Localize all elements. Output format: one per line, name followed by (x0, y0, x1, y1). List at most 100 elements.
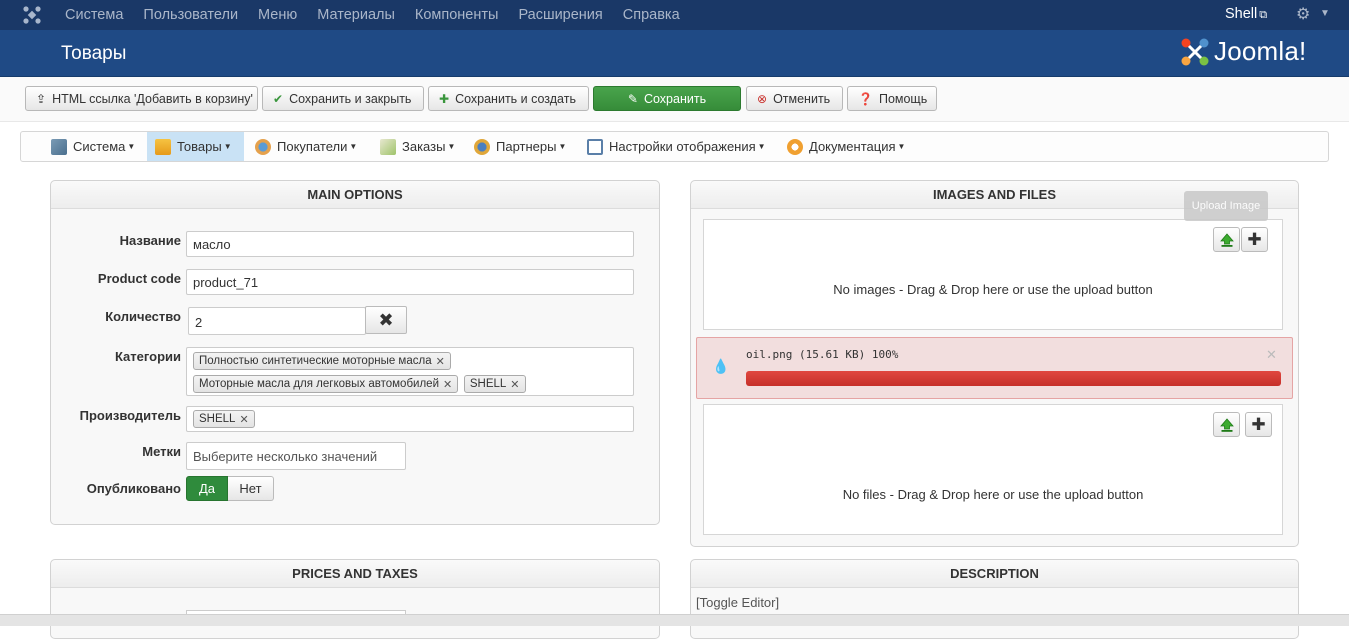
caret-icon: ▼ (127, 142, 136, 151)
help-button[interactable]: ❓ Помощь (847, 86, 937, 111)
component-menu: Система ▼ Товары ▼ Покупатели ▼ Заказы ▼ Пар… (20, 131, 1329, 162)
prices-title: PRICES AND TAXES (51, 560, 659, 588)
save-button[interactable]: ✎ Сохранить (593, 86, 741, 111)
cancel-button[interactable]: ⊗ Отменить (746, 86, 843, 111)
category-chip: SHELL ✕ (463, 375, 526, 393)
category-chip: Моторные масла для легковых автомобилей ✕ (193, 375, 459, 393)
categories-select[interactable]: Полностью синтетические моторные масла ✕ … (186, 347, 634, 396)
submenu-customers[interactable]: Покупатели ▼ (247, 132, 365, 161)
submenu-system[interactable]: Система ▼ (43, 132, 143, 161)
save-label: Сохранить (643, 91, 707, 106)
status-bar (0, 614, 1349, 626)
caret-icon: ▼ (447, 142, 456, 151)
top-menu-components[interactable]: Компоненты (415, 7, 499, 23)
joomla-wordmark: Joomla! (1214, 36, 1307, 66)
top-navbar: Система Пользователи Меню Материалы Комп… (0, 0, 1349, 30)
published-no-button[interactable]: Нет (228, 476, 274, 501)
description-title: DESCRIPTION (691, 560, 1298, 588)
file-drop-icon: 💧 (712, 358, 730, 374)
plus-icon: ✚ (1247, 229, 1262, 249)
upload-file-button[interactable] (1213, 412, 1240, 437)
caret-icon: ▼ (223, 142, 232, 151)
add-image-button[interactable]: ✚ (1241, 227, 1268, 252)
upload-icon: ⇪ (36, 91, 47, 106)
question-icon: ❓ (858, 91, 873, 106)
remove-icon[interactable]: ✕ (436, 355, 445, 368)
manufacturer-chip-label: SHELL (199, 413, 236, 425)
submenu-products[interactable]: Товары ▼ (147, 132, 244, 161)
published-toggle: Да Нет (186, 476, 274, 501)
tools-icon (51, 138, 67, 155)
close-icon[interactable]: ✕ (1266, 347, 1277, 363)
plus-icon: ✚ (439, 91, 450, 106)
submenu-partners[interactable]: Партнеры ▼ (466, 132, 574, 161)
upload-progress-bar (746, 371, 1281, 386)
orders-icon (380, 138, 396, 155)
product-code-label: Product code (97, 271, 181, 286)
image-dropzone[interactable]: No images - Drag & Drop here or use the … (703, 219, 1283, 330)
caret-icon: ▼ (558, 142, 567, 151)
save-close-button[interactable]: ✔ Сохранить и закрыть (262, 86, 424, 111)
upload-file-label: oil.png (15.61 KB) (746, 348, 866, 361)
upload-progress-row: 💧 oil.png (15.61 KB) 100% ✕ (696, 337, 1293, 399)
upload-image-button[interactable] (1213, 227, 1240, 252)
remove-icon[interactable]: ✕ (443, 378, 452, 391)
top-menu-menus[interactable]: Меню (258, 7, 297, 23)
top-menu-users[interactable]: Пользователи (143, 7, 238, 23)
cancel-icon: ⊗ (757, 91, 768, 106)
submenu-display-settings-label: Настройки отображения (609, 139, 756, 154)
manufacturer-chip: SHELL ✕ (193, 410, 255, 428)
upload-percent: 100% (871, 348, 899, 361)
help-buoy-icon (787, 138, 803, 155)
save-new-button[interactable]: ✚ Сохранить и создать (428, 86, 589, 111)
top-menu-extensions[interactable]: Расширения (518, 7, 602, 23)
cancel-label: Отменить (773, 91, 831, 106)
submenu-orders[interactable]: Заказы ▼ (372, 132, 463, 161)
toolbar: ⇪ HTML ссылка 'Добавить в корзину' ✔ Сохра… (0, 77, 1349, 122)
product-code-field[interactable]: product_71 (186, 269, 634, 295)
quantity-field[interactable]: 2 (188, 307, 366, 335)
prices-panel: PRICES AND TAXES (50, 559, 660, 639)
joomla-logo: Joomla! (1180, 36, 1306, 67)
checkmark-icon: ✔ (273, 91, 284, 106)
clear-quantity-button[interactable]: ✖ (365, 306, 407, 334)
chevron-down-icon[interactable]: ▼ (1320, 8, 1330, 19)
top-menu-help[interactable]: Справка (623, 7, 680, 23)
joomla-menu-icon[interactable] (22, 5, 42, 25)
html-link-label: HTML ссылка 'Добавить в корзину' (52, 91, 253, 106)
submenu-display-settings[interactable]: Настройки отображения ▼ (579, 132, 774, 161)
no-files-text: No files - Drag & Drop here or use the u… (842, 487, 1144, 502)
joomla-logo-icon (1181, 38, 1209, 65)
site-link[interactable]: Shell ⧉ (1225, 6, 1267, 22)
submenu-documentation-label: Документация (809, 139, 896, 154)
remove-icon[interactable]: ✕ (510, 378, 519, 391)
toggle-editor-link[interactable]: [Toggle Editor] (696, 595, 779, 610)
caret-icon: ▼ (897, 142, 906, 151)
no-images-text: No images - Drag & Drop here or use the … (833, 282, 1153, 297)
main-options-title: MAIN OPTIONS (51, 181, 659, 209)
upload-filename: oil.png (15.61 KB) 100% (746, 348, 898, 361)
gear-icon[interactable]: ⚙ (1296, 4, 1310, 24)
file-dropzone[interactable]: No files - Drag & Drop here or use the u… (703, 404, 1283, 535)
top-menu: Система Пользователи Меню Материалы Комп… (65, 7, 700, 23)
caret-icon: ▼ (757, 142, 766, 151)
manufacturer-label: Производитель (79, 408, 181, 423)
users-icon (255, 138, 271, 155)
box-icon (155, 138, 171, 155)
category-chip-label: Моторные масла для легковых автомобилей (199, 378, 439, 390)
published-yes-button[interactable]: Да (186, 476, 228, 501)
category-chip-label: Полностью синтетические моторные масла (199, 355, 432, 367)
submenu-products-label: Товары (177, 139, 222, 154)
name-field[interactable]: масло (186, 231, 634, 257)
add-file-button[interactable]: ✚ (1245, 412, 1272, 437)
html-link-button[interactable]: ⇪ HTML ссылка 'Добавить в корзину' (25, 86, 258, 111)
site-name: Shell (1225, 6, 1258, 22)
top-menu-content[interactable]: Материалы (317, 7, 395, 23)
tags-input[interactable]: Выберите несколько значений (186, 442, 406, 470)
top-menu-system[interactable]: Система (65, 7, 123, 23)
edit-icon: ✎ (627, 91, 638, 106)
manufacturer-select[interactable]: SHELL ✕ (186, 406, 634, 432)
submenu-documentation[interactable]: Документация ▼ (779, 132, 913, 161)
remove-icon[interactable]: ✕ (239, 413, 248, 426)
upload-progress-track (746, 371, 1281, 386)
